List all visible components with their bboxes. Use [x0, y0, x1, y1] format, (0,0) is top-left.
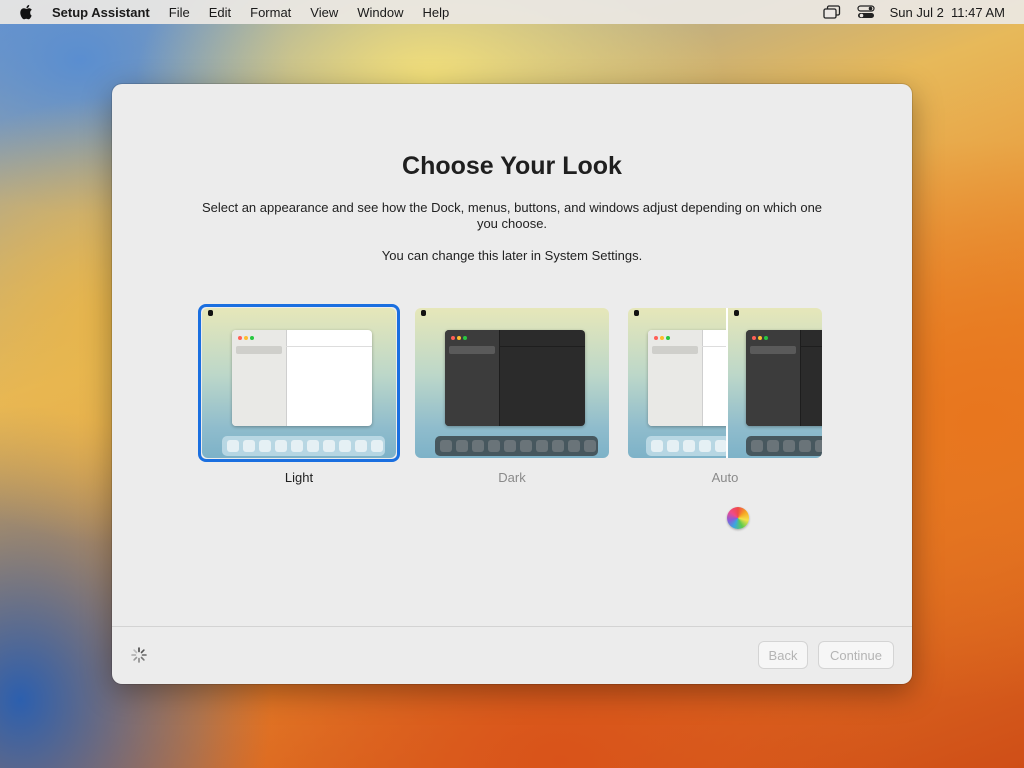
screen-mirroring-icon[interactable]: [822, 4, 842, 20]
continue-button[interactable]: Continue: [818, 641, 894, 669]
option-label-light: Light: [284, 470, 314, 485]
menu-bar-extras: Sun Jul 2 11:47 AM: [822, 0, 1005, 24]
apple-icon: [208, 310, 213, 316]
appearance-option-light[interactable]: Light: [198, 304, 400, 485]
footer-divider: [112, 626, 912, 627]
menu-file[interactable]: File: [169, 5, 190, 20]
apple-icon: [734, 310, 739, 316]
control-center-icon[interactable]: [856, 4, 876, 20]
menu-view[interactable]: View: [310, 5, 338, 20]
appearance-option-dark[interactable]: Dark: [411, 304, 613, 485]
light-preview[interactable]: [202, 308, 396, 458]
menu-bar-clock[interactable]: Sun Jul 2 11:47 AM: [890, 5, 1005, 20]
apple-icon: [421, 310, 426, 316]
setup-assistant-window: Choose Your Look Select an appearance an…: [112, 84, 912, 684]
menu-app-name[interactable]: Setup Assistant: [52, 5, 150, 20]
loading-spinner-icon: [130, 646, 148, 664]
apple-icon[interactable]: [18, 4, 34, 20]
option-label-dark: Dark: [498, 470, 526, 485]
dock-preview: [435, 436, 598, 456]
dock-preview: [222, 436, 385, 456]
page-description: Select an appearance and see how the Doc…: [201, 200, 823, 231]
menu-window[interactable]: Window: [357, 5, 403, 20]
page-title: Choose Your Look: [402, 152, 622, 180]
apple-icon: [634, 310, 639, 316]
menu-help[interactable]: Help: [423, 5, 450, 20]
menu-bar: Setup Assistant File Edit Format View Wi…: [0, 0, 1024, 24]
dark-preview[interactable]: [415, 308, 609, 458]
appearance-option-auto[interactable]: Auto: [624, 304, 826, 485]
page-note: You can change this later in System Sett…: [381, 248, 643, 263]
auto-divider: [726, 308, 728, 458]
auto-preview[interactable]: [628, 308, 822, 458]
option-label-auto: Auto: [711, 470, 739, 485]
menu-edit[interactable]: Edit: [209, 5, 231, 20]
menu-format[interactable]: Format: [250, 5, 291, 20]
back-button[interactable]: Back: [758, 641, 808, 669]
spinning-wait-cursor-icon: [727, 507, 749, 529]
